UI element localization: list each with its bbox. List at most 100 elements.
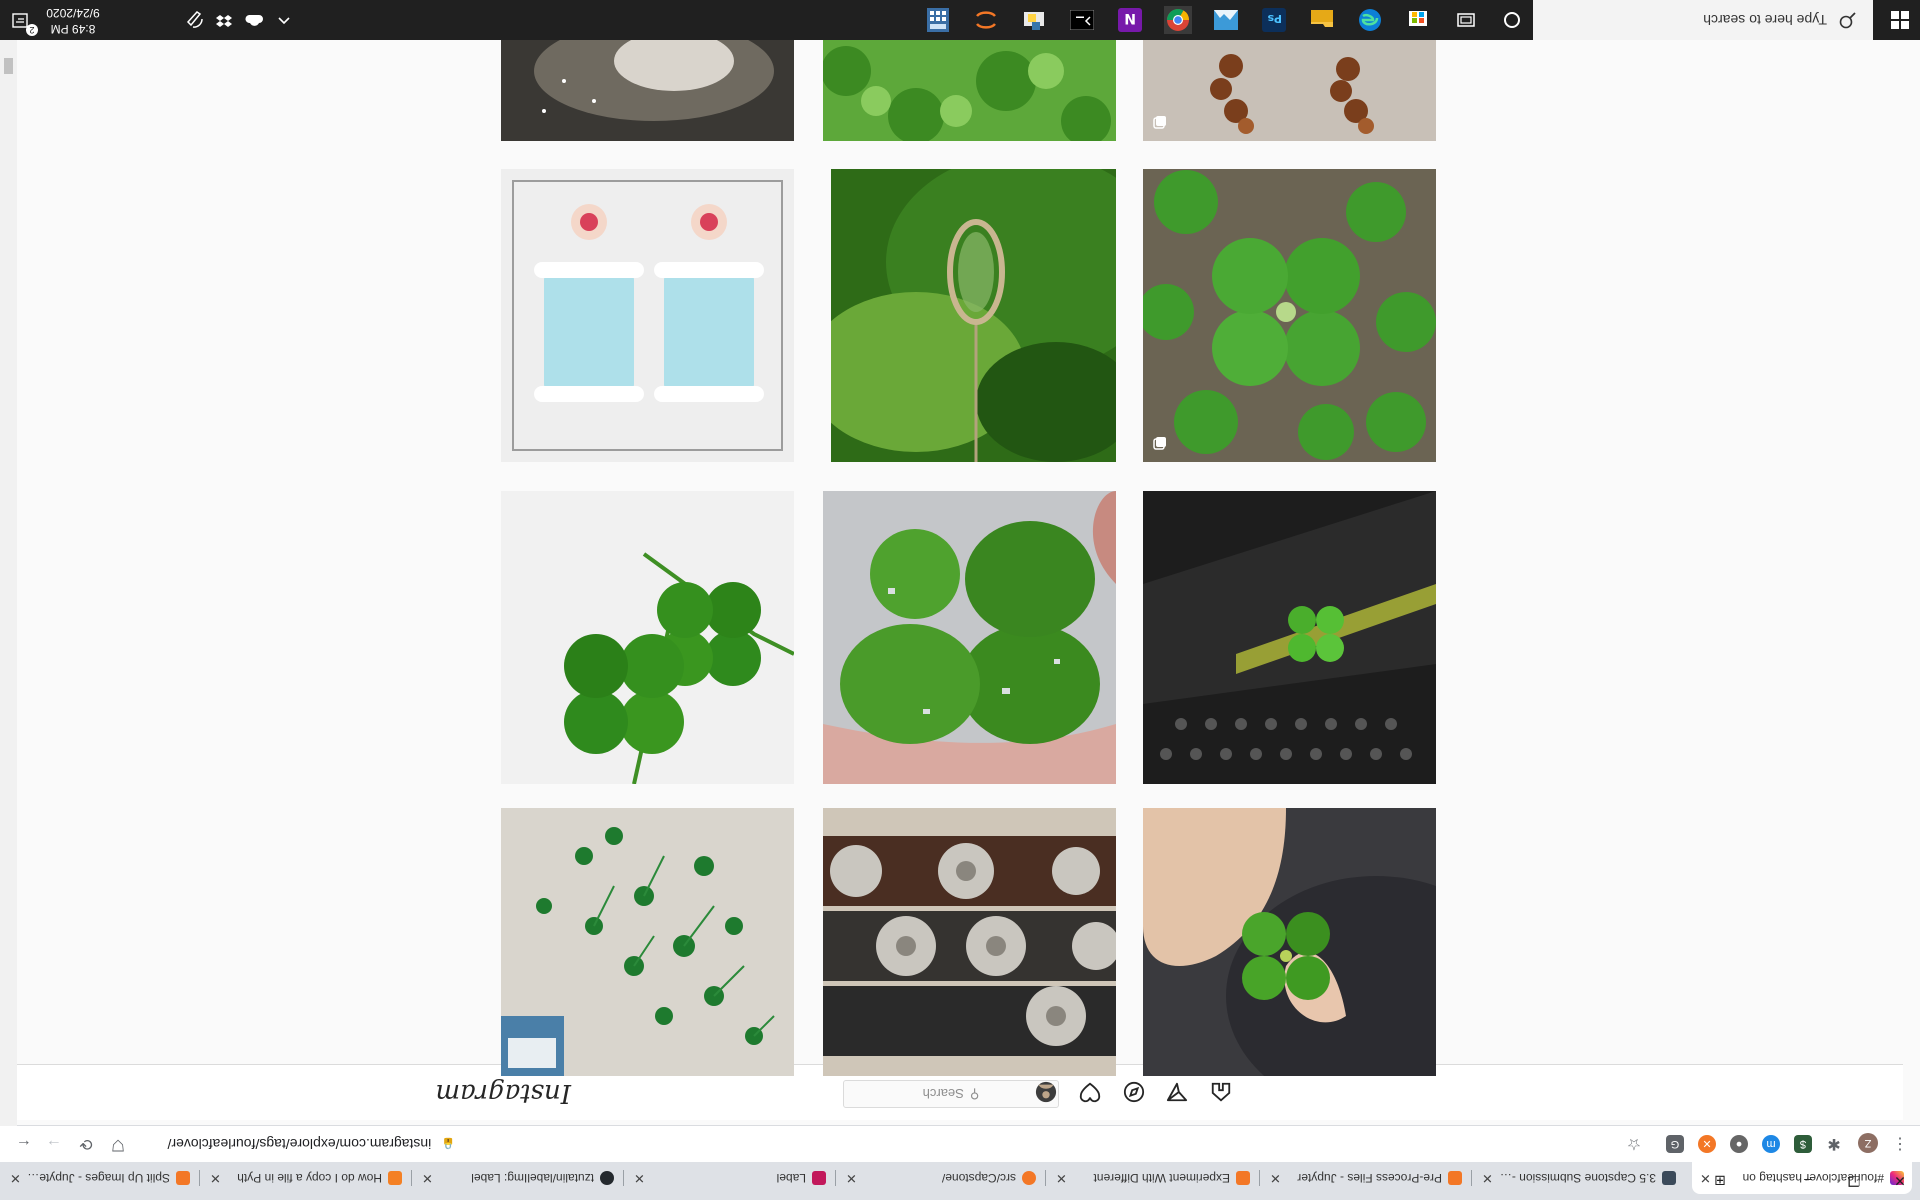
screen: #fourleafclover hashtag on ✕ 3.5 Capston…: [0, 0, 1920, 1200]
tab-search-icon[interactable]: ⊞: [1700, 1166, 1740, 1196]
search-icon: [1839, 12, 1856, 29]
tab-preprocess-files[interactable]: Pre-Process Files - Jupyter ✕: [1262, 1162, 1470, 1194]
direct-messages-icon[interactable]: [1165, 1080, 1189, 1104]
show-hidden-icons-chevron[interactable]: [270, 6, 298, 34]
jupyter-favicon-icon: [176, 1171, 190, 1185]
post-thumbnail-clover-patch[interactable]: [1143, 169, 1436, 462]
close-tab-icon[interactable]: ✕: [634, 1170, 645, 1186]
notifications-icon[interactable]: 2: [6, 6, 38, 36]
profile-avatar-icon[interactable]: Z: [1858, 1133, 1878, 1153]
post-thumbnail-leather-cuffs[interactable]: [823, 808, 1116, 1076]
extension-m-icon[interactable]: m: [1762, 1135, 1780, 1153]
close-tab-icon[interactable]: ✕: [1270, 1170, 1281, 1186]
post-thumbnail-hand-clover[interactable]: [1143, 808, 1436, 1076]
chrome-browser-icon[interactable]: [1164, 6, 1192, 34]
tab-title: Label: [776, 1171, 806, 1185]
post-thumbnail-leafy-greens[interactable]: [823, 40, 1116, 141]
tab-separator: [623, 1170, 624, 1186]
post-thumbnail-clover-basket[interactable]: [1143, 491, 1436, 784]
search-placeholder: Search: [922, 1086, 964, 1102]
tab-split-images[interactable]: Split Up Images - Jupyter N ✕: [2, 1162, 198, 1194]
pencil-favicon-icon: [812, 1171, 826, 1185]
jupyter-favicon-icon: [1448, 1171, 1462, 1185]
post-thumbnail-beaded-necklace[interactable]: [1143, 40, 1436, 141]
page-scrollbar[interactable]: [0, 40, 17, 1126]
extension-x-icon[interactable]: ✕: [1698, 1135, 1716, 1153]
close-tab-icon[interactable]: ✕: [422, 1170, 433, 1186]
photos-app-icon[interactable]: [1212, 6, 1240, 34]
extension-dollar-icon[interactable]: $: [1794, 1135, 1812, 1153]
tab-labelimg-github[interactable]: tzutalin/labelImg: Label ✕: [414, 1162, 622, 1194]
post-thumbnail-sparkle-hand[interactable]: [501, 40, 794, 141]
minimize-window-button[interactable]: –: [1788, 1166, 1828, 1196]
close-tab-icon[interactable]: ✕: [210, 1170, 221, 1186]
url-text: instagram.com/explore/tags/fourleafclove…: [167, 1136, 432, 1152]
jupyter-favicon-icon: [1662, 1171, 1676, 1185]
instagram-logo[interactable]: Instagram: [435, 1078, 571, 1108]
post-thumbnail-pressed-clovers[interactable]: [501, 808, 794, 1076]
close-window-button[interactable]: ✕: [1880, 1166, 1920, 1196]
cortana-icon[interactable]: [1498, 6, 1526, 34]
tab-copy-file[interactable]: How do I copy a file in Pyth ✕: [202, 1162, 410, 1194]
store-app-icon[interactable]: [1404, 6, 1432, 34]
close-tab-icon[interactable]: ✕: [1482, 1170, 1493, 1186]
profile-avatar[interactable]: [1034, 1080, 1058, 1104]
python-idle-icon[interactable]: [1020, 6, 1048, 34]
edge-browser-icon[interactable]: [1356, 6, 1384, 34]
activity-heart-icon[interactable]: [1078, 1080, 1102, 1104]
tab-separator: [199, 1170, 200, 1186]
calculator-app-icon[interactable]: [924, 6, 952, 34]
extension-g-icon[interactable]: G: [1666, 1135, 1684, 1153]
post-thumbnail-spool-earrings[interactable]: [501, 169, 794, 462]
reload-button[interactable]: ⟳: [72, 1130, 100, 1158]
jupyter-anaconda-icon[interactable]: [972, 6, 1000, 34]
browser-toolbar: ← → ⟳ ⛉ 🔒 instagram.com/explore/tags/fou…: [0, 1125, 1920, 1162]
tab-title: Split Up Images - Jupyter N: [26, 1171, 170, 1185]
instagram-search-input[interactable]: ⚲ Search: [843, 1080, 1059, 1108]
tab-experiment[interactable]: Experiment With Different ✕: [1048, 1162, 1258, 1194]
extensions-puzzle-icon[interactable]: ✱: [1820, 1130, 1848, 1158]
tab-capstone-submission[interactable]: 3.5 Capstone Submission - Jupyter ✕: [1474, 1162, 1684, 1194]
tab-title: 3.5 Capstone Submission - Jupyter: [1499, 1171, 1656, 1185]
post-thumbnail-two-clovers-white[interactable]: [501, 491, 794, 784]
browser-tab-bar: #fourleafclover hashtag on ✕ 3.5 Capston…: [0, 1162, 1920, 1200]
close-tab-icon[interactable]: ✕: [10, 1170, 21, 1186]
home-icon[interactable]: [1209, 1080, 1233, 1104]
stackoverflow-favicon-icon: [388, 1171, 402, 1185]
tab-title: How do I copy a file in Pyth: [237, 1171, 382, 1185]
tab-label[interactable]: Label ✕: [626, 1162, 834, 1194]
file-explorer-icon[interactable]: [1308, 6, 1336, 34]
taskbar-search-box[interactable]: Type here to search: [1533, 0, 1873, 40]
close-tab-icon[interactable]: ✕: [846, 1170, 857, 1186]
clock-date: 9/24/2020: [46, 6, 100, 20]
network-pen-icon[interactable]: [180, 6, 208, 34]
close-tab-icon[interactable]: ✕: [1056, 1170, 1067, 1186]
dropbox-icon[interactable]: [210, 6, 238, 34]
windows-taskbar: Type here to search Ps N 8:49 PM 9/24/20…: [0, 0, 1920, 40]
task-view-icon[interactable]: [1452, 6, 1480, 34]
scrollbar-thumb[interactable]: [4, 58, 13, 74]
post-thumbnail-macrame-pendant[interactable]: [831, 169, 1116, 462]
start-windows-icon[interactable]: [1886, 6, 1914, 34]
address-bar[interactable]: 🔒 instagram.com/explore/tags/fourleafclo…: [155, 1131, 456, 1157]
menu-kebab-icon[interactable]: ⋮: [1886, 1130, 1914, 1158]
tab-src-capstone[interactable]: src/Capstone/ ✕: [838, 1162, 1044, 1194]
explore-compass-icon[interactable]: [1122, 1080, 1146, 1104]
photoshop-icon[interactable]: Ps: [1260, 6, 1288, 34]
clock-time: 8:49 PM: [50, 22, 96, 36]
home-shield-icon[interactable]: ⛉: [104, 1130, 132, 1158]
post-thumbnail-clover-fingers[interactable]: [823, 491, 1116, 784]
multiple-posts-icon: [1153, 116, 1166, 129]
bookmark-star-icon[interactable]: ☆: [1620, 1130, 1648, 1158]
terminal-icon[interactable]: [1068, 6, 1096, 34]
back-button[interactable]: ←: [10, 1130, 38, 1158]
notification-badge: 2: [26, 24, 38, 36]
system-clock[interactable]: 8:49 PM 9/24/2020: [38, 5, 108, 37]
extension-circle-icon[interactable]: ●: [1730, 1135, 1748, 1153]
onenote-icon[interactable]: N: [1116, 6, 1144, 34]
search-icon: ⚲: [969, 1087, 980, 1102]
forward-button[interactable]: →: [40, 1130, 68, 1158]
restore-window-button[interactable]: ❐: [1834, 1166, 1874, 1196]
onedrive-cloud-icon[interactable]: [240, 6, 268, 34]
tab-separator: [1471, 1170, 1472, 1186]
